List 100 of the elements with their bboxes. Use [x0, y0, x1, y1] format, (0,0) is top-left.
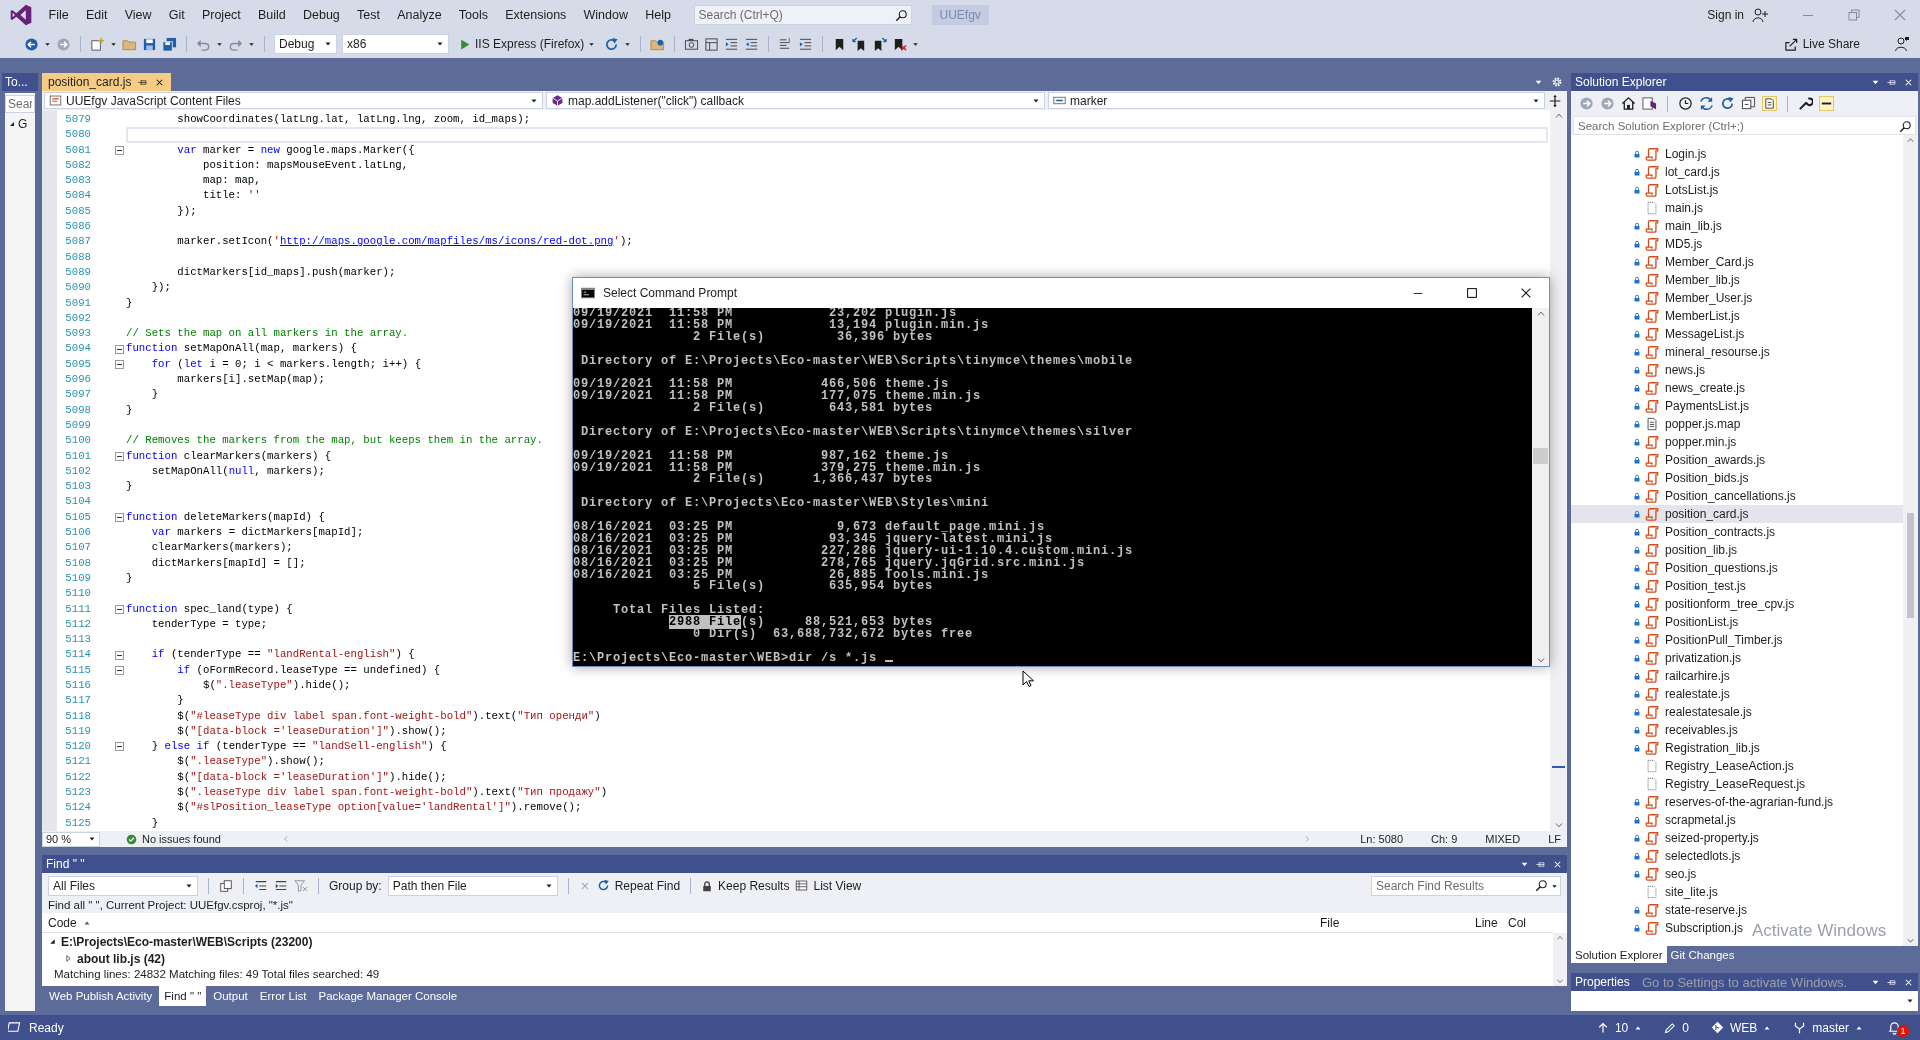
copy-icon[interactable] — [219, 878, 233, 893]
app-logo-icon[interactable] — [10, 4, 32, 26]
menu-item[interactable]: Test — [348, 8, 389, 22]
collapse-icon[interactable] — [115, 665, 124, 675]
line-endings-indicator[interactable]: LF — [1548, 833, 1561, 845]
home-icon[interactable] — [1621, 96, 1636, 111]
menu-item[interactable]: Build — [249, 8, 295, 22]
new-item-icon[interactable] — [90, 36, 105, 52]
menu-item[interactable]: Edit — [77, 8, 117, 22]
tree-item[interactable]: G — [18, 117, 28, 131]
expand-icon[interactable] — [8, 120, 16, 128]
configuration-dropdown[interactable]: Debug — [274, 34, 337, 54]
tree-item[interactable]: popper.js.map — [1571, 415, 1741, 433]
tree-item[interactable]: PaymentsList.js — [1571, 397, 1750, 415]
tree-item[interactable]: PositionList.js — [1571, 613, 1739, 631]
vertical-scrollbar[interactable] — [1553, 933, 1567, 986]
tree-item[interactable]: seized-property.js — [1571, 829, 1759, 847]
solution-icon[interactable] — [1642, 96, 1657, 111]
split-icon[interactable] — [1548, 93, 1562, 108]
search-icon[interactable] — [1899, 119, 1912, 133]
caret-icon[interactable] — [1906, 997, 1914, 1005]
pencil-icon[interactable] — [1664, 1021, 1677, 1034]
tree-item[interactable]: Position_cancellations.js — [1571, 487, 1796, 505]
panel-tab[interactable]: Solution Explorer — [1571, 946, 1667, 963]
tree-item[interactable]: Member_lib.js — [1571, 271, 1740, 289]
tree-item[interactable]: Position_bids.js — [1571, 469, 1749, 487]
tree-item[interactable]: site_lite.js — [1571, 883, 1718, 901]
tree-item[interactable]: Position_questions.js — [1571, 559, 1778, 577]
tree-item[interactable]: main_lib.js — [1571, 217, 1722, 235]
settings-icon[interactable] — [1551, 76, 1563, 88]
refresh-icon[interactable] — [604, 36, 620, 52]
caret-icon[interactable] — [1551, 882, 1558, 890]
menu-item[interactable]: Window — [574, 8, 637, 22]
tree-item[interactable]: Position_contracts.js — [1571, 523, 1776, 541]
tree-item[interactable]: mineral_resourse.js — [1571, 343, 1770, 361]
tree-item[interactable]: positionform_tree_cpv.js — [1571, 595, 1795, 613]
scrollbar-thumb[interactable] — [1533, 448, 1548, 464]
menu-item[interactable]: Analyze — [388, 8, 451, 22]
result-group[interactable]: E:\Projects\Eco-master\WEB\Scripts (23200) — [61, 934, 313, 949]
tree-item[interactable]: news.js — [1571, 361, 1705, 379]
run-button[interactable]: IIS Express (Firefox) — [454, 34, 600, 54]
live-share-button[interactable]: Live Share — [1779, 34, 1864, 54]
column-indicator[interactable]: Ch: 9 — [1431, 833, 1458, 845]
collapse-icon[interactable] — [115, 742, 124, 752]
panel-tab[interactable]: Find " " — [159, 986, 207, 1006]
repeat-find-button[interactable]: Repeat Find — [596, 878, 681, 893]
tree-item[interactable]: Subscription.js — [1571, 919, 1744, 937]
clear-bookmarks-icon[interactable] — [892, 36, 908, 52]
search-field[interactable]: Search Find Results — [1371, 875, 1561, 896]
feedback-icon[interactable] — [1894, 36, 1910, 52]
caret-icon[interactable] — [624, 40, 632, 48]
column-header[interactable]: File — [1320, 916, 1475, 930]
tree-item[interactable]: privatization.js — [1571, 649, 1742, 667]
code-link[interactable]: http://maps.google.com/mapfiles/ms/icons/red-dot.png — [279, 235, 614, 248]
list-view-button[interactable]: List View — [795, 878, 862, 893]
zoom-dropdown[interactable]: 90 % — [42, 831, 100, 847]
sign-in-link[interactable]: Sign in — [1707, 8, 1744, 22]
panel-tab[interactable]: Error List — [254, 986, 312, 1006]
refresh-icon[interactable] — [1720, 96, 1735, 111]
tree-item[interactable]: Member_Card.js — [1571, 253, 1754, 271]
properties-icon[interactable] — [1798, 96, 1813, 111]
camera-icon[interactable] — [684, 36, 700, 52]
tree-item[interactable]: Registry_LeaseAction.js — [1571, 757, 1794, 775]
search-icon[interactable] — [894, 8, 908, 22]
tree-item[interactable]: Member_User.js — [1571, 289, 1753, 307]
tree-item[interactable]: LotsList.js — [1571, 181, 1719, 199]
collapse-icon[interactable] — [115, 145, 124, 155]
tree-item[interactable]: lot_card.js — [1571, 163, 1720, 181]
tree-item[interactable]: news_create.js — [1571, 379, 1746, 397]
tree-item[interactable]: railcarhire.js — [1571, 667, 1730, 685]
tree-item[interactable]: state-reserve.js — [1571, 901, 1748, 919]
document-tab[interactable]: position_card.js — [42, 73, 172, 91]
caret-icon[interactable] — [216, 40, 223, 48]
tree-item[interactable]: MD5.js — [1571, 235, 1703, 253]
tree-item[interactable]: reserves-of-the-agrarian-fund.js — [1571, 793, 1834, 811]
menu-item[interactable]: File — [40, 8, 78, 22]
tree-item[interactable]: receivables.js — [1571, 721, 1738, 739]
tree-item[interactable]: realestate.js — [1571, 685, 1730, 703]
tree-item[interactable]: selectedlots.js — [1571, 847, 1741, 865]
caret-icon[interactable] — [110, 40, 117, 48]
search-field[interactable]: Search (Ctrl+Q) — [693, 5, 912, 25]
menu-item[interactable]: Debug — [294, 8, 349, 22]
tree-item[interactable]: Position_test.js — [1571, 577, 1746, 595]
panel-tab[interactable]: Git Changes — [1666, 946, 1739, 963]
maximize-icon[interactable] — [1465, 286, 1479, 300]
column-header[interactable]: Col — [1508, 916, 1553, 930]
tree-item[interactable]: MessageList.js — [1571, 325, 1745, 343]
branch-name[interactable]: master — [1812, 1020, 1849, 1035]
search-icon[interactable] — [1535, 879, 1548, 892]
save-icon[interactable] — [142, 36, 157, 52]
column-header[interactable]: Code — [48, 916, 1320, 930]
column-header[interactable]: Line — [1475, 916, 1508, 930]
collapse-icon[interactable] — [115, 650, 124, 660]
collapsed-icon[interactable] — [64, 954, 73, 963]
scrollbar-thumb[interactable] — [1907, 513, 1914, 618]
toolbox-tab[interactable]: To... — [2, 73, 38, 91]
collapse-icon[interactable] — [115, 344, 124, 354]
caret-icon[interactable] — [912, 40, 920, 48]
project-dropdown[interactable]: UUEfgv JavaScript Content Files — [44, 92, 543, 109]
menu-item[interactable]: Help — [636, 8, 680, 22]
